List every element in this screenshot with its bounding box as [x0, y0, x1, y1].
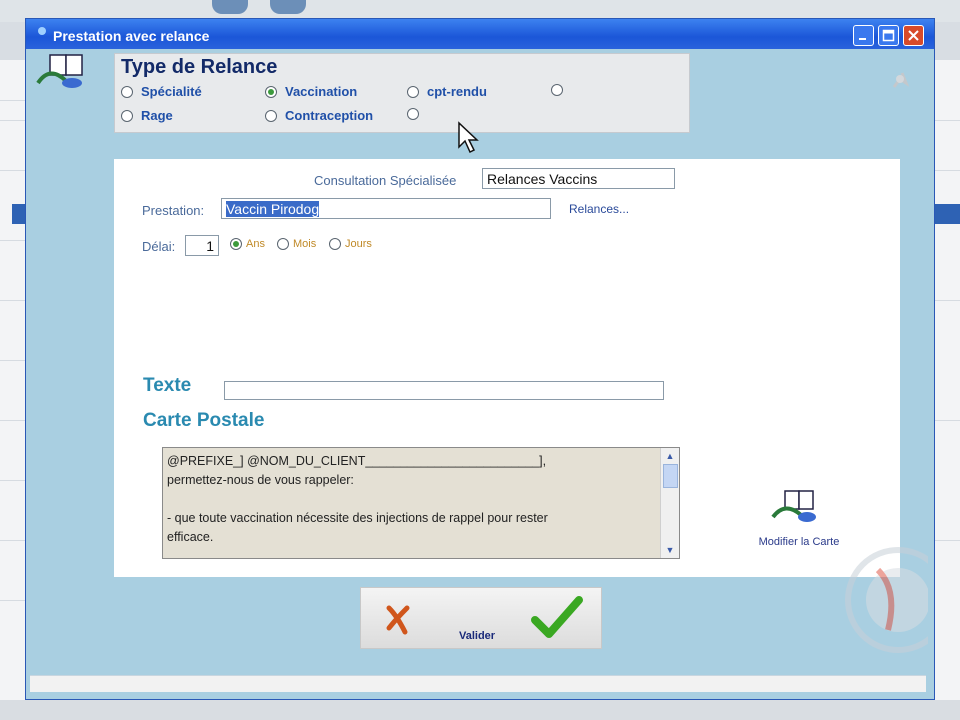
- mouse-cursor-icon: [458, 121, 479, 154]
- watermark-logo-icon: [845, 547, 928, 653]
- valider-button[interactable]: Valider: [459, 630, 495, 642]
- delai-label: Délai:: [142, 239, 176, 254]
- window-title: Prestation avec relance: [53, 28, 210, 44]
- radio-circle[interactable]: [230, 238, 242, 250]
- radio-label: Jours: [345, 238, 372, 250]
- radio-rage[interactable]: Rage: [121, 108, 173, 123]
- radio-label: Vaccination: [285, 84, 358, 99]
- radio-circle[interactable]: [121, 85, 133, 98]
- texte-label: Texte: [143, 375, 192, 396]
- radio-empty-1[interactable]: [551, 84, 563, 96]
- cancel-icon[interactable]: [383, 602, 411, 636]
- scroll-up-icon[interactable]: ▲: [662, 449, 678, 463]
- relances-link[interactable]: Relances...: [569, 202, 629, 216]
- radio-contraception[interactable]: Contraception: [265, 108, 373, 123]
- carte-line: @PREFIXE_] @NOM_DU_CLIENT_______________…: [167, 454, 547, 468]
- maximize-button[interactable]: [878, 25, 899, 46]
- vertical-scrollbar[interactable]: ▲ ▼: [660, 448, 679, 558]
- form-area: Consultation Spécialisée Relances Vaccin…: [114, 159, 900, 577]
- consultation-label: Consultation Spécialisée: [314, 173, 457, 188]
- calendar-logo-icon: [771, 490, 816, 522]
- texte-field[interactable]: [224, 381, 664, 400]
- app-icon: •: [38, 27, 46, 35]
- prestation-value: Vaccin Pirodog: [226, 201, 320, 217]
- radio-circle[interactable]: [277, 238, 289, 250]
- carte-line: - que toute vaccination nécessite des in…: [167, 511, 548, 525]
- radio-circle[interactable]: [551, 84, 563, 96]
- prestation-label: Prestation:: [142, 203, 205, 218]
- background-app-right-panel: [932, 60, 960, 700]
- calendar-logo-icon: [36, 54, 83, 88]
- radio-cpt-rendu[interactable]: cpt-rendu: [407, 84, 487, 99]
- dialog-window: • Prestation avec relance Type de Relanc…: [25, 18, 935, 700]
- radio-label: Spécialité: [141, 84, 202, 99]
- carte-line: [167, 490, 661, 509]
- action-bar: Valider: [360, 587, 602, 649]
- close-button[interactable]: [903, 25, 924, 46]
- minimize-button[interactable]: [853, 25, 874, 46]
- delai-field[interactable]: 1: [185, 235, 219, 256]
- radio-label: Contraception: [285, 108, 374, 123]
- radio-label: cpt-rendu: [427, 84, 487, 99]
- radio-vaccination[interactable]: Vaccination: [265, 84, 357, 99]
- background-app-footer: [0, 700, 960, 720]
- carte-line: efficace.: [167, 530, 214, 544]
- radio-circle[interactable]: [329, 238, 341, 250]
- close-icon: [908, 30, 919, 41]
- minimize-icon: [859, 38, 866, 40]
- radio-circle[interactable]: [265, 85, 277, 98]
- background-tab-decoration: [270, 0, 306, 14]
- carte-line: permettez-nous de vous rappeler:: [167, 473, 354, 487]
- carte-postale-textarea[interactable]: @PREFIXE_] @NOM_DU_CLIENT_______________…: [162, 447, 680, 559]
- title-bar[interactable]: • Prestation avec relance: [26, 19, 934, 49]
- radio-circle[interactable]: [407, 85, 419, 98]
- scroll-down-icon[interactable]: ▼: [662, 543, 678, 557]
- radio-circle[interactable]: [407, 108, 419, 120]
- radio-ans[interactable]: Ans: [230, 238, 265, 250]
- pin-icon[interactable]: [888, 69, 912, 93]
- status-bar: [30, 675, 926, 692]
- prestation-field[interactable]: Vaccin Pirodog: [221, 198, 551, 219]
- checkmark-icon[interactable]: [531, 596, 583, 640]
- background-tab-decoration: [212, 0, 248, 14]
- carte-postale-label: Carte Postale: [143, 410, 265, 431]
- radio-label: Mois: [293, 238, 317, 250]
- maximize-icon: [882, 29, 895, 42]
- scroll-thumb[interactable]: [663, 464, 678, 488]
- type-relance-panel: Type de Relance Spécialité Vaccination c…: [114, 53, 690, 133]
- radio-label: Rage: [141, 108, 173, 123]
- radio-mois[interactable]: Mois: [277, 238, 316, 250]
- radio-circle[interactable]: [265, 109, 277, 122]
- consultation-field[interactable]: Relances Vaccins: [482, 168, 675, 189]
- radio-circle[interactable]: [121, 109, 133, 122]
- radio-jours[interactable]: Jours: [329, 238, 372, 250]
- radio-label: Ans: [246, 238, 265, 250]
- type-relance-title: Type de Relance: [121, 56, 278, 78]
- radio-empty-2[interactable]: [407, 108, 419, 120]
- radio-specialite[interactable]: Spécialité: [121, 84, 202, 99]
